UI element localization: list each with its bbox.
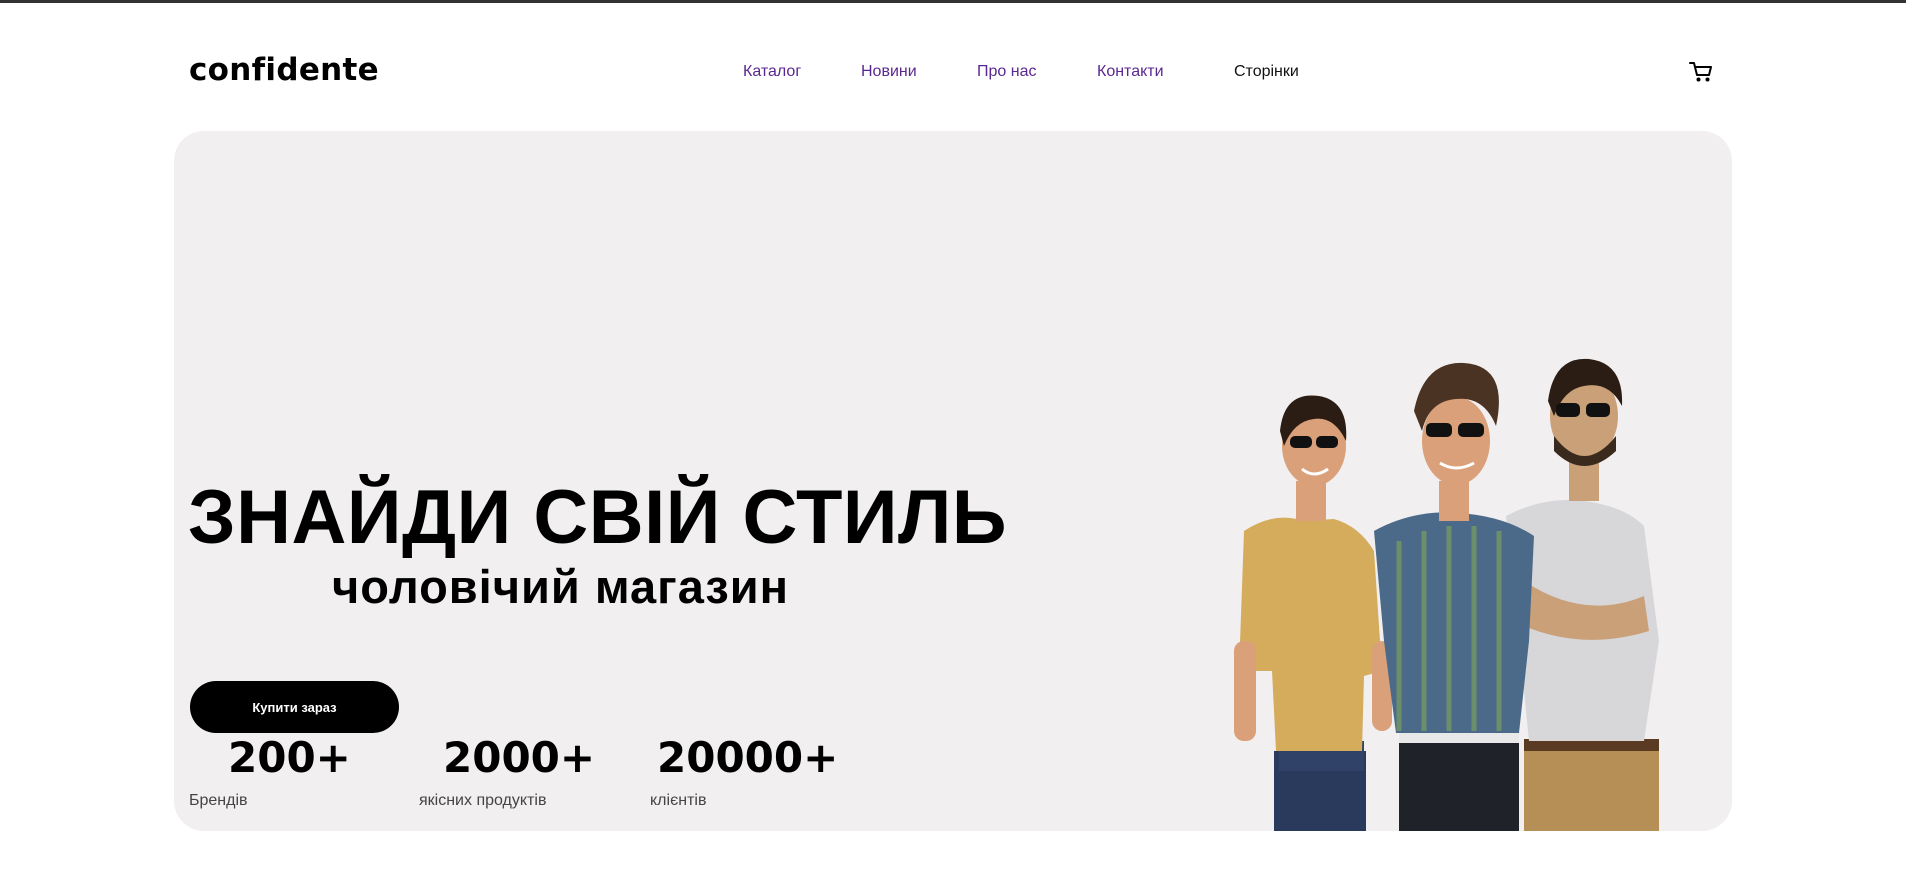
nav-link-pages[interactable]: Сторінки [1234, 63, 1299, 81]
hero-title: ЗНАЙДИ СВІЙ СТИЛЬ [188, 475, 1008, 560]
stat-label: клієнтів [650, 792, 707, 809]
nav-link-about[interactable]: Про нас [977, 63, 1036, 81]
man-left [1234, 395, 1392, 831]
stat-label: якісних продуктів [419, 792, 547, 809]
nav-link-contacts[interactable]: Контакти [1097, 63, 1164, 81]
stat-clients: 20000+ клієнтів [650, 733, 839, 810]
stat-value: 200+ [228, 733, 351, 782]
stat-products: 2000+ якісних продуктів [419, 733, 596, 810]
hero-subtitle: чоловічий магазин [332, 560, 790, 613]
stat-brands: 200+ Брендів [189, 733, 351, 810]
nav-link-catalog[interactable]: Каталог [743, 63, 801, 81]
cart-icon[interactable] [1688, 60, 1714, 84]
buy-now-button[interactable]: Купити зараз [190, 681, 399, 733]
logo[interactable]: confidente [189, 52, 379, 88]
group-of-men-photo [1234, 358, 1659, 831]
hero-section: ЗНАЙДИ СВІЙ СТИЛЬ чоловічий магазин Купи… [174, 131, 1732, 831]
stat-label: Брендів [189, 792, 248, 809]
stat-value: 2000+ [443, 733, 596, 782]
stat-value: 20000+ [657, 733, 839, 782]
man-middle [1374, 362, 1534, 831]
nav-link-news[interactable]: Новини [861, 63, 917, 81]
site-header: confidente Каталог Новини Про нас Контак… [0, 3, 1906, 128]
